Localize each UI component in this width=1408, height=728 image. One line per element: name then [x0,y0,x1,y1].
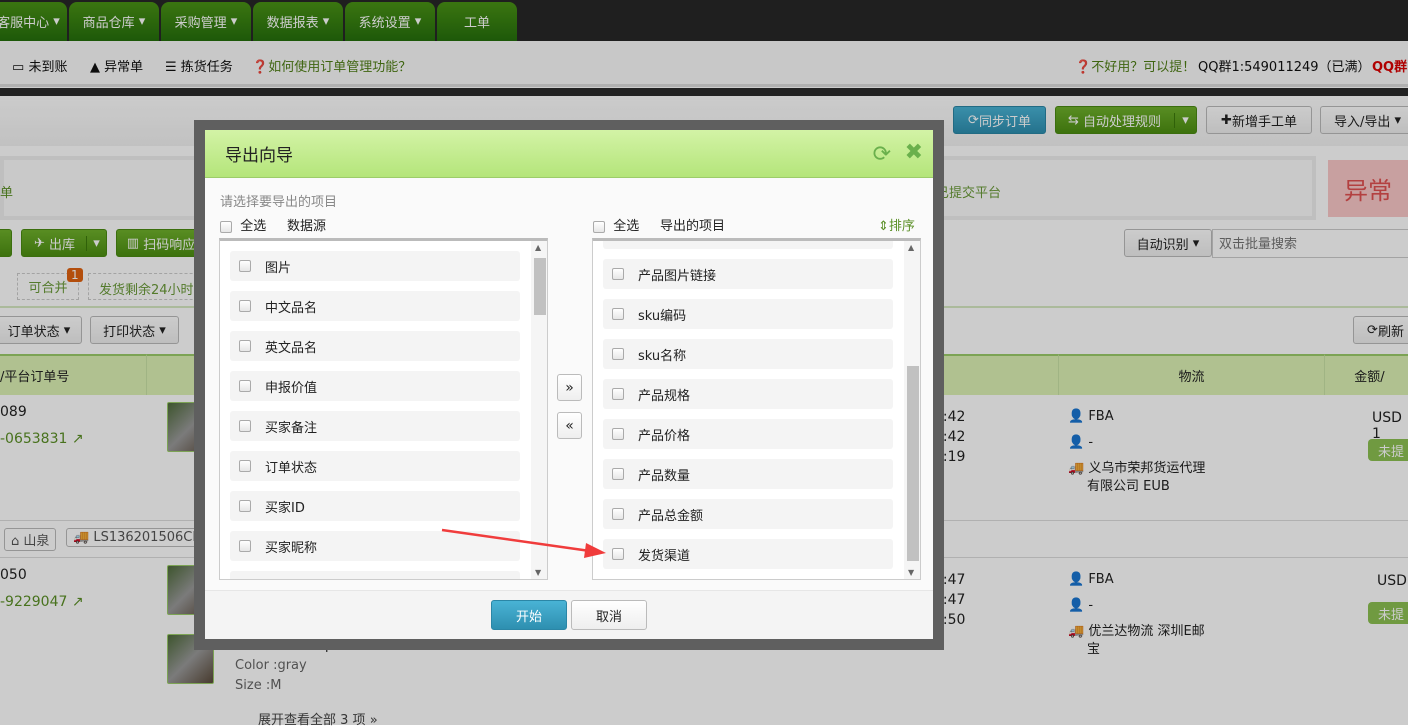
checkbox[interactable] [612,308,624,320]
checkbox[interactable] [239,460,251,472]
source-header: 全选 数据源 [220,215,326,234]
item-label: 中文品名 [265,300,318,316]
list-item[interactable]: sku名称 [603,339,893,369]
list-item[interactable]: 订单状态 [230,451,520,481]
scroll-thumb[interactable] [907,366,919,561]
item-label: 买家ID [265,500,305,516]
list-item[interactable]: 产品图片链接 [603,259,893,289]
list-item[interactable]: 买家ID [230,491,520,521]
item-label: sku编码 [638,308,687,324]
label: 全选 [613,219,640,234]
dialog-hint: 请选择要导出的项目 [220,195,338,210]
close-icon[interactable]: ✖ [905,140,923,165]
checkbox[interactable] [239,300,251,312]
list-item[interactable]: 产品数量 [603,459,893,489]
checkbox[interactable] [239,540,251,552]
item-label: 产品图片链接 [638,268,717,284]
refresh-icon[interactable]: ⟳ [873,142,891,167]
select-all-target-checkbox[interactable] [593,220,605,233]
dialog-title: 导出向导 [225,146,293,166]
cancel-button[interactable]: 取消 [571,600,647,630]
label: 数据源 [286,219,326,234]
label: 导出的项目 [659,219,725,234]
checkbox[interactable] [612,508,624,520]
checkbox[interactable] [239,340,251,352]
add-to-export-button[interactable]: » [557,374,582,401]
start-button[interactable]: 开始 [491,600,567,630]
list-item[interactable]: 图片 [230,251,520,281]
scrollbar[interactable]: ▲ ▼ [904,241,920,579]
item-label: 产品数量 [638,468,691,484]
list-item[interactable]: 买家备注 [230,411,520,441]
item-label: 申报价值 [265,380,318,396]
item-label: 买家备注 [265,420,318,436]
checkbox[interactable] [239,380,251,392]
checkbox[interactable] [612,348,624,360]
item-label: 发货渠道 [638,548,691,564]
target-header: 全选 导出的项目 [593,215,725,234]
scroll-thumb[interactable] [534,258,546,315]
list-item[interactable]: sku编码 [603,299,893,329]
list-item[interactable]: 产品价格 [603,419,893,449]
item-label: 买家昵称 [265,540,318,556]
checkbox[interactable] [612,388,624,400]
item-label: 订单状态 [265,460,318,476]
dialog-header: 导出向导 ⟳ ✖ [205,130,933,178]
sort-button[interactable]: ⇕排序 [878,215,915,234]
checkbox[interactable] [612,268,624,280]
checkbox[interactable] [612,428,624,440]
checkbox[interactable] [239,500,251,512]
checkbox[interactable] [612,548,624,560]
checkbox[interactable] [239,260,251,272]
list-item[interactable]: 中文品名 [230,291,520,321]
select-all-source-checkbox[interactable] [220,220,232,233]
checkbox[interactable] [239,420,251,432]
list-item[interactable]: 产品规格 [603,379,893,409]
checkbox[interactable] [612,238,624,240]
list-item[interactable]: 买家邮箱 [230,571,520,580]
item-label: 产品规格 [638,388,691,404]
target-list: 发货渠道 产品总金额 产品数量 产品价格 产品规格 sku名称 sku编码 产品图片链接 ▲ ▼ [592,238,921,580]
list-item[interactable]: 发货渠道 [603,539,893,569]
sort-icon: ⇕ [878,219,889,234]
export-dialog: 导出向导 ⟳ ✖ 请选择要导出的项目 全选 数据源 全选 导出的项目 ⇕排序 买… [205,130,933,639]
item-label: 英文品名 [265,340,318,356]
label: 全选 [240,219,267,234]
item-label: 产品总金额 [638,508,704,524]
list-item[interactable]: 产品总金额 [603,499,893,529]
list-item[interactable]: 申报价值 [230,371,520,401]
label: 排序 [888,219,915,234]
list-item-partial[interactable] [603,238,893,249]
list-item[interactable]: 英文品名 [230,331,520,361]
remove-from-export-button[interactable]: « [557,412,582,439]
dialog-footer [205,590,933,639]
checkbox[interactable] [612,468,624,480]
item-label: 产品价格 [638,428,691,444]
item-label: 图片 [265,260,292,276]
item-label: 买家邮箱 [265,577,317,580]
annotation-arrow [441,528,606,558]
item-label: sku名称 [638,348,687,364]
